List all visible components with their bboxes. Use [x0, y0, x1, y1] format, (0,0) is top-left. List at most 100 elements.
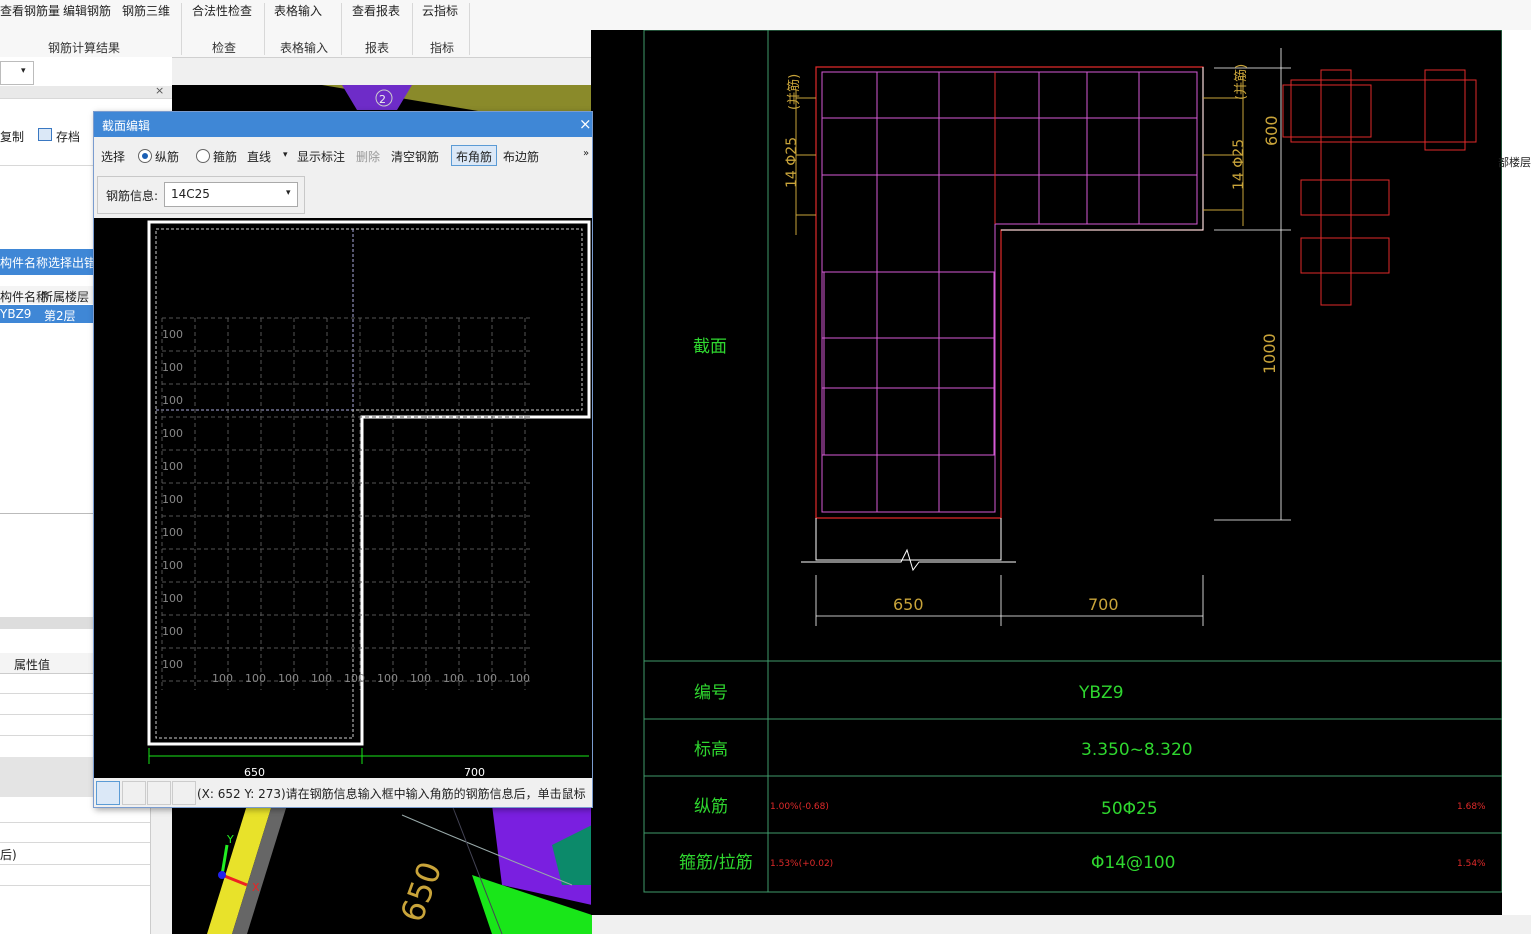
add-snap-icon[interactable] [172, 781, 196, 805]
right-edge-panel: 部楼层 [1498, 30, 1531, 915]
edge-bar-button[interactable]: 布边筋 [503, 148, 539, 165]
splitter[interactable] [0, 617, 93, 629]
section-edit-dialog: 截面编辑 × 选择 纵筋 箍筋 直线 ▾ 显示标注 删除 清空钢筋 布角筋 布边… [93, 111, 593, 808]
row-name-cell: YBZ9 [0, 307, 32, 321]
more-icon[interactable]: » [583, 148, 589, 159]
grid-label: 100 [509, 672, 530, 685]
grid-label: 100 [162, 328, 183, 341]
save-icon[interactable] [38, 128, 52, 141]
grid-label: 100 [162, 361, 183, 374]
row-floor-cell: 第2层 [44, 309, 76, 323]
radio-longitudinal-label[interactable]: 纵筋 [155, 148, 179, 165]
ribbon-separator [181, 3, 182, 55]
rebar-info-group: 钢筋信息: 14C25 ▾ [97, 176, 305, 214]
show-annotation-button[interactable]: 显示标注 [297, 148, 345, 165]
grid-label: 100 [377, 672, 398, 685]
detail-stirrup [1282, 84, 1372, 138]
bar-label-right: 14 Φ25 [1231, 139, 1247, 190]
detail-stirrup [1320, 69, 1352, 306]
close-icon[interactable]: × [155, 84, 164, 97]
grid-label: 100 [245, 672, 266, 685]
dim-label-700: 700 [1088, 595, 1119, 614]
status-bar: (X: 652 Y: 273)请在钢筋信息输入框中输入角筋的钢筋信息后，单击鼠标 [94, 779, 592, 806]
radio-stirrup-label[interactable]: 箍筋 [213, 148, 237, 165]
stirrup-outer [821, 71, 1198, 513]
grid-label: 100 [443, 672, 464, 685]
grid-label: 100 [311, 672, 332, 685]
grid-label: 100 [162, 658, 183, 671]
section-canvas[interactable]: 100 100 100 100 100 100 100 100 100 100 100 100 100 1… [94, 218, 592, 778]
cad-drawing: 截面 600 1000 650 700 14 Φ25 (并筋) 14 Φ25 (… [643, 30, 1502, 893]
table-row[interactable]: YBZ9 第2层 [0, 305, 93, 323]
corner-bar-button[interactable]: 布角筋 [451, 145, 497, 166]
axis-x-label: X [252, 881, 260, 894]
grid-label: 100 [278, 672, 299, 685]
bar-label-left: 14 Φ25 [784, 137, 800, 188]
lower-prop-text: 后) [0, 848, 17, 862]
ribbon-separator [469, 3, 470, 55]
dim-label-600: 600 [1262, 115, 1281, 146]
dialog-titlebar[interactable]: 截面编辑 × [94, 112, 592, 137]
axis-y-line [220, 844, 229, 876]
cloud-index-button[interactable]: 云指标 [422, 2, 458, 19]
dim-label-650: 650 [893, 595, 924, 614]
radio-stirrup[interactable] [196, 149, 210, 163]
detail-stirrup [1300, 179, 1390, 216]
perpendicular-snap-icon[interactable] [147, 781, 171, 805]
section-drawing: 100 100 100 100 100 100 100 100 100 100 100 100 100 1… [147, 220, 591, 778]
clear-rebar-button[interactable]: 清空钢筋 [391, 148, 439, 165]
save-button[interactable]: 存档 [56, 128, 80, 145]
cad-drawing-view[interactable]: 截面 600 1000 650 700 14 Φ25 (并筋) 14 Φ25 (… [591, 30, 1502, 915]
chevron-down-icon[interactable]: ▾ [286, 188, 291, 198]
delete-button[interactable]: 删除 [356, 148, 380, 165]
polar-snap-icon[interactable] [122, 781, 146, 805]
rebar-info-label: 钢筋信息: [106, 189, 159, 203]
axis-origin [218, 871, 226, 879]
detail-stirrup [1290, 79, 1477, 143]
grid-label: 100 [212, 672, 233, 685]
table-label-id: 编号 [694, 683, 728, 703]
dimension-label: 650 [393, 857, 450, 927]
bracket-label-left: (并筋) [786, 74, 802, 110]
status-text: (X: 652 Y: 273)请在钢筋信息输入框中输入角筋的钢筋信息后，单击鼠标 [197, 787, 586, 801]
table-value-long-bar: 50Φ25 [1101, 799, 1158, 819]
group-label-index: 指标 [430, 41, 455, 55]
table-note-right: 1.68% [1457, 802, 1486, 812]
rebar-3d-button[interactable]: 钢筋三维 [122, 2, 170, 19]
dialog-title: 截面编辑 [102, 119, 151, 133]
column-top [342, 85, 412, 110]
section-label: 截面 [693, 337, 727, 357]
rebar-info-input[interactable]: 14C25 ▾ [164, 182, 298, 207]
table-value-stirrup: Φ14@100 [1091, 853, 1175, 873]
cad-frame [643, 30, 1502, 893]
grid-labels: 100 100 100 100 100 100 100 100 100 100 100 100 100 1… [162, 328, 530, 685]
grid-label: 100 [162, 493, 183, 506]
group-label-rebar-result: 钢筋计算结果 [48, 41, 121, 55]
edit-rebar-button[interactable]: 编辑钢筋 [63, 2, 111, 19]
close-icon[interactable]: × [579, 115, 592, 133]
table-value-elevation: 3.350~8.320 [1081, 740, 1193, 760]
table-label-long-bar: 纵筋 [694, 797, 728, 817]
attr-header: 属性值 [0, 653, 93, 674]
view-report-button[interactable]: 查看报表 [352, 2, 400, 19]
grid [161, 317, 532, 690]
select-button[interactable]: 选择 [101, 148, 125, 165]
validity-check-button[interactable]: 合法性检查 [192, 2, 252, 19]
view-rebar-quantity-button[interactable]: 查看钢筋量 [0, 2, 60, 19]
group-label-report: 报表 [365, 41, 390, 55]
line-type-dropdown[interactable]: 直线 [247, 148, 271, 165]
chevron-down-icon[interactable]: ▾ [283, 150, 288, 160]
axis-y-label: Y [226, 833, 234, 846]
error-banner: 构件名称选择出错 [0, 249, 96, 275]
bracket-label-right: (并筋) [1233, 64, 1249, 100]
grid-label: 100 [162, 592, 183, 605]
floor-dropdown[interactable]: ▾ [0, 61, 34, 85]
outline-white [1001, 67, 1204, 231]
dim-label-left: 650 [244, 766, 265, 778]
ortho-snap-icon[interactable] [96, 781, 120, 805]
grid-label: 100 [162, 559, 183, 572]
table-input-button[interactable]: 表格输入 [274, 2, 322, 19]
table-value-id: YBZ9 [1078, 683, 1124, 703]
copy-button[interactable]: 复制 [0, 128, 24, 145]
radio-longitudinal[interactable] [138, 149, 152, 163]
